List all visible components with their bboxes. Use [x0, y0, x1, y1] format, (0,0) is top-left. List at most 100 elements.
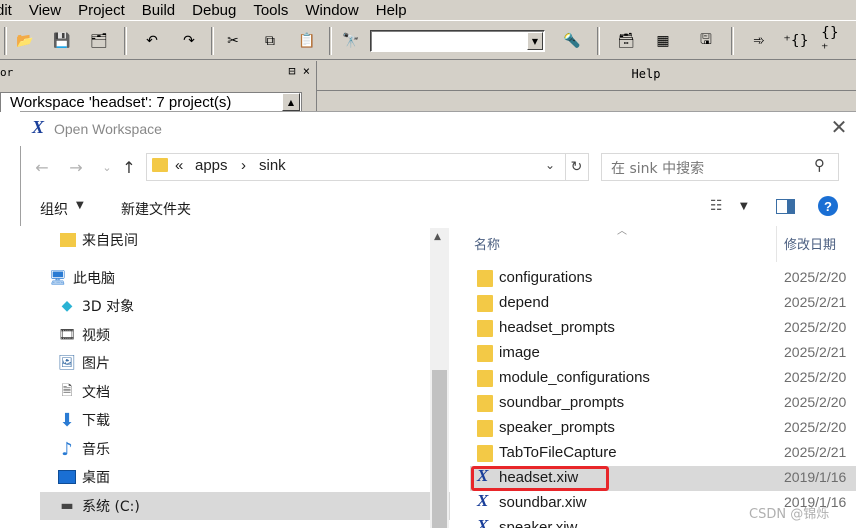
nav-item-music[interactable]: ♪ 音乐	[40, 435, 450, 463]
chevron-down-icon[interactable]: ▼	[527, 32, 543, 50]
nav-item-this-pc[interactable]: 🖥 此电脑	[40, 264, 450, 292]
ide-toolbar: 📂 💾 🗂 ↶ ↷ ✂ ⧉ 📋 🔭 ▼ 🔦 🗃 ▦ 🖫 ➾ ⁺{} {}⁺	[0, 20, 856, 60]
breadcrumb-apps[interactable]: apps	[195, 157, 228, 174]
nav-item-documents[interactable]: 🗎 文档	[40, 378, 450, 406]
file-row[interactable]: module_configurations 2025/2/20	[470, 366, 856, 391]
copy-icon[interactable]: ⧉	[258, 29, 282, 53]
desktop-icon	[58, 470, 76, 484]
folder-icon	[60, 233, 76, 247]
folder-icon	[477, 295, 493, 312]
menu-debug[interactable]: Debug	[192, 2, 236, 19]
help-icon[interactable]: ?	[818, 196, 838, 216]
chevron-down-icon[interactable]: ▼	[740, 201, 748, 212]
file-row[interactable]: image 2025/2/21	[470, 341, 856, 366]
nav-scrollbar-thumb[interactable]	[432, 370, 447, 528]
chevron-down-icon[interactable]: ⌄	[545, 158, 555, 172]
file-row[interactable]: TabToFileCapture 2025/2/21	[470, 441, 856, 466]
document-icon: 🗎	[61, 383, 73, 399]
redo-icon[interactable]: ↷	[177, 29, 201, 53]
output-icon[interactable]: ▦	[651, 29, 675, 53]
folder-icon	[477, 395, 493, 412]
file-row[interactable]: speaker_prompts 2025/2/20	[470, 416, 856, 441]
nav-item-system-drive[interactable]: ▬ 系统 (C:)	[40, 492, 450, 520]
breadcrumb-overflow[interactable]: «	[175, 157, 183, 174]
nav-item-videos[interactable]: 🎞 视频	[40, 321, 450, 349]
search-icon[interactable]: ⚲	[814, 156, 825, 174]
scroll-up-icon[interactable]: ▲	[434, 232, 441, 242]
menu-window[interactable]: Window	[305, 2, 358, 19]
nav-item-downloads[interactable]: ⬇ 下载	[40, 406, 450, 434]
recent-dropdown-icon[interactable]: ⌄	[96, 156, 118, 178]
file-row[interactable]: configurations 2025/2/20	[470, 266, 856, 291]
watermark: CSDN @锦烁	[749, 507, 830, 522]
folder-icon	[477, 420, 493, 437]
nav-item-label: 下载	[82, 413, 110, 429]
menubar: dit View Project Build Debug Tools Windo…	[0, 0, 856, 20]
folder-icon	[477, 370, 493, 387]
chevron-down-icon[interactable]: ▼	[76, 200, 84, 211]
workspace-icon[interactable]: 🗃	[614, 29, 638, 53]
back-arrow-icon[interactable]: ←	[31, 156, 53, 178]
find-in-files-icon[interactable]: 🔦	[560, 29, 584, 53]
open-folder-icon[interactable]: 📂	[13, 29, 37, 53]
menu-project[interactable]: Project	[78, 2, 125, 19]
paste-icon[interactable]: 📋	[295, 29, 319, 53]
workspace-tree-root[interactable]: Workspace 'headset': 7 project(s)	[10, 94, 231, 111]
music-icon: ♪	[61, 438, 73, 460]
nav-item-label: 此电脑	[73, 271, 115, 287]
close-icon[interactable]: ✕	[826, 114, 852, 140]
forward-arrow-icon[interactable]: →	[65, 156, 87, 178]
cube-icon: ◆	[61, 298, 73, 314]
file-name: configurations	[499, 269, 593, 286]
column-header-date[interactable]: 修改日期	[784, 234, 836, 253]
column-divider[interactable]	[776, 226, 777, 262]
organize-button[interactable]: 组织	[40, 199, 68, 219]
file-row[interactable]: soundbar_prompts 2025/2/20	[470, 391, 856, 416]
nav-item-3d-objects[interactable]: ◆ 3D 对象	[40, 292, 450, 320]
save-all-icon[interactable]: 🗂	[87, 29, 111, 53]
folder-icon	[477, 320, 493, 337]
menu-edit[interactable]: dit	[0, 2, 12, 19]
nav-item-label: 图片	[82, 356, 110, 372]
step-into-icon[interactable]: ⁺{}	[783, 29, 808, 53]
scroll-up-icon[interactable]: ▲	[282, 93, 300, 111]
menu-view[interactable]: View	[29, 2, 61, 19]
sort-ascending-icon: ︿	[617, 226, 627, 237]
highlight-annotation-box	[471, 466, 609, 491]
workspace-panel-title: or ⊟ ×	[0, 61, 314, 85]
clear-icon[interactable]: 🖫	[694, 29, 718, 53]
xide-app-icon: X	[32, 117, 45, 137]
new-folder-button[interactable]: 新建文件夹	[121, 199, 191, 219]
file-date: 2025/2/21	[784, 444, 847, 460]
file-row[interactable]: depend 2025/2/21	[470, 291, 856, 316]
nav-item-folder[interactable]: 来自民间	[40, 226, 450, 254]
file-date: 2019/1/16	[784, 469, 847, 485]
step-icon[interactable]: ➾	[747, 29, 771, 53]
up-arrow-icon[interactable]: ↑	[118, 156, 140, 178]
nav-item-pictures[interactable]: 🖼 图片	[40, 349, 450, 377]
breadcrumb-sink[interactable]: sink	[259, 157, 286, 174]
file-name: soundbar_prompts	[499, 394, 625, 411]
step-out-icon[interactable]: {}⁺	[821, 25, 845, 57]
find-icon[interactable]: 🔭	[339, 29, 363, 53]
folder-icon	[477, 270, 493, 287]
file-name: depend	[499, 294, 550, 311]
view-options-icon[interactable]: ☷	[710, 198, 723, 214]
search-placeholder: 在 sink 中搜索	[611, 161, 705, 177]
menu-help[interactable]: Help	[376, 2, 407, 19]
menu-tools[interactable]: Tools	[253, 2, 288, 19]
menu-build[interactable]: Build	[142, 2, 175, 19]
cut-icon[interactable]: ✂	[221, 29, 245, 53]
column-header-name[interactable]: 名称	[474, 234, 500, 253]
nav-item-desktop[interactable]: 桌面	[40, 463, 450, 491]
find-combo[interactable]: ▼	[370, 30, 545, 52]
help-divider	[316, 90, 856, 91]
preview-pane-icon[interactable]	[776, 199, 795, 214]
save-icon[interactable]: 💾	[50, 29, 74, 53]
file-row[interactable]: headset_prompts 2025/2/20	[470, 316, 856, 341]
folder-icon	[477, 345, 493, 362]
refresh-icon[interactable]: ↻	[565, 154, 587, 180]
undo-icon[interactable]: ↶	[140, 29, 164, 53]
panel-pin-close-icon[interactable]: ⊟ ×	[288, 64, 310, 78]
nav-item-label: 音乐	[82, 442, 110, 458]
